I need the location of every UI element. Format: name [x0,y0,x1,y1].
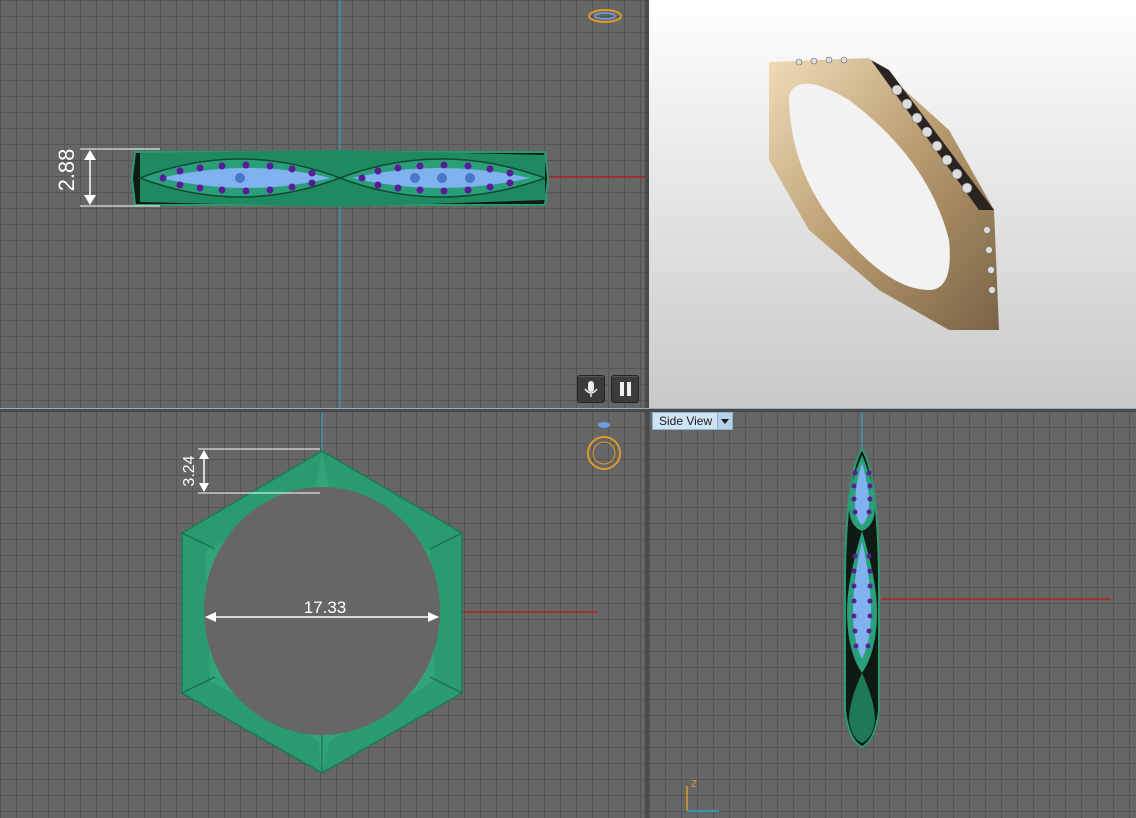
dimension-diameter-label: 17.33 [304,598,347,617]
pause-icon [620,382,631,396]
viewport-divider-horizontal[interactable] [0,408,1136,412]
ring-front-band [130,150,550,207]
side-view-canvas: Z [686,411,1111,812]
dimension-height-label: 2.88 [54,149,79,192]
front-view-canvas: 2.88 [54,0,645,408]
axis-z-label: Z [691,779,697,790]
ring-gizmo-icon[interactable] [588,9,622,23]
pause-button[interactable] [611,375,639,403]
dimension-top-label: 3.24 [181,455,198,486]
viewport-side[interactable]: Z [649,411,1136,818]
microphone-button[interactable] [577,375,605,403]
viewport-front[interactable]: 2.88 [0,0,645,408]
view-selector[interactable]: Side View [652,412,734,430]
ring-side-body [844,447,880,749]
ring-gizmo-icon[interactable] [587,422,621,470]
ring-render [769,56,999,330]
top-view-canvas: 3.24 17.33 [181,411,621,774]
perspective-render [769,56,999,330]
dropdown-arrow-icon[interactable] [717,413,733,429]
viewport-top[interactable]: 3.24 17.33 [0,411,645,818]
view-selector-label: Side View [659,414,713,428]
viewport-perspective[interactable] [649,0,1136,408]
microphone-icon [584,381,598,397]
